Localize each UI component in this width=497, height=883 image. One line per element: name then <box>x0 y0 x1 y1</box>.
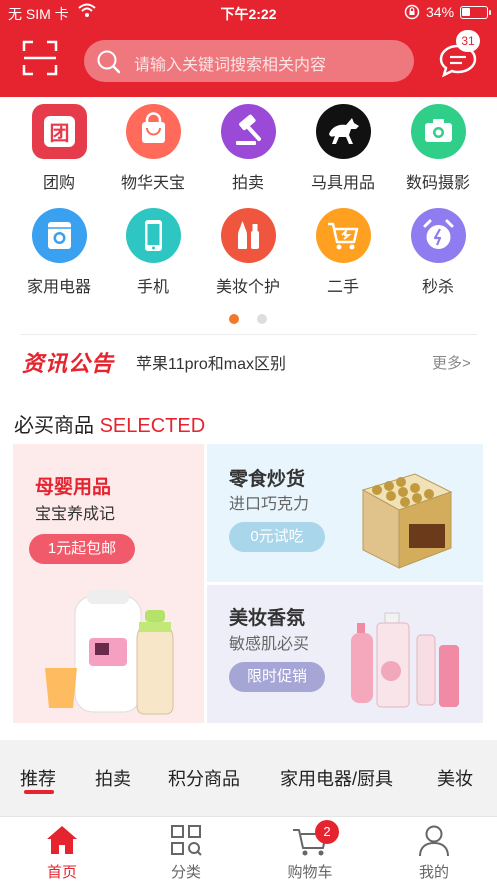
bottom-navigation: 首页 分类 2 购物车 我的 <box>0 816 497 883</box>
cosmetics-icon <box>220 208 276 263</box>
card-subtitle: 敏感肌必买 <box>229 636 310 653</box>
category-phones[interactable]: 手机 <box>113 208 193 297</box>
battery-icon <box>460 6 491 19</box>
search-bar[interactable]: 请输入关键词搜索相关内容 <box>84 40 414 82</box>
card-subtitle: 宝宝养成记 <box>35 506 116 523</box>
card-title: 美妆香氛 <box>229 608 306 629</box>
news-logo: 资讯公告 <box>22 351 115 376</box>
category-auction[interactable]: 拍卖 <box>208 104 288 193</box>
home-icon <box>17 822 107 858</box>
status-time: 下午2:22 <box>220 6 277 22</box>
scan-icon[interactable] <box>22 40 58 76</box>
cart-icon <box>315 208 371 263</box>
carousel-pager <box>0 314 497 324</box>
nav-label: 首页 <box>46 864 77 881</box>
nav-category[interactable]: 分类 <box>141 822 231 882</box>
nav-label: 我的 <box>418 864 449 881</box>
tab-auction[interactable]: 拍卖 <box>95 765 131 791</box>
news-headline[interactable]: 苹果11pro和max区别 <box>136 350 286 374</box>
svg-text:团: 团 <box>49 121 69 145</box>
category-digital-photo[interactable]: 数码摄影 <box>398 104 478 193</box>
category-appliances[interactable]: 家用电器 <box>19 208 99 297</box>
tab-points-goods[interactable]: 积分商品 <box>168 765 240 791</box>
profile-icon <box>389 822 479 858</box>
category-group-buy[interactable]: 团 团购 <box>19 104 99 193</box>
product-tab-bar: 推荐 拍卖 积分商品 家用电器/厨具 美妆 <box>0 740 497 816</box>
category-label: 家用电器 <box>26 279 91 296</box>
orientation-lock-icon <box>404 4 420 23</box>
cosmetics-bottles-image <box>351 612 459 708</box>
category-treasures[interactable]: 物华天宝 <box>113 104 193 193</box>
section-title: 必买商品 SELECTED <box>14 409 205 438</box>
search-placeholder: 请输入关键词搜索相关内容 <box>134 57 327 74</box>
category-label: 拍卖 <box>231 175 264 192</box>
category-label: 手机 <box>136 279 169 296</box>
card-promo-button[interactable]: 1元起包邮 <box>29 534 135 564</box>
app-header: 无 SIM 卡 下午2:22 34% 请输入关键词搜索相关内容 31 <box>0 0 497 97</box>
category-beauty-care[interactable]: 美妆个护 <box>208 208 288 297</box>
category-flash-sale[interactable]: 秒杀 <box>398 208 478 297</box>
card-promo-button[interactable]: 0元试吃 <box>229 522 325 552</box>
washing-machine-icon <box>31 208 87 263</box>
card-snacks[interactable]: 零食炒货 进口巧克力 0元试吃 <box>207 444 483 582</box>
category-label: 团购 <box>42 175 75 192</box>
card-baby-products[interactable]: 母婴用品 宝宝养成记 1元起包邮 <box>13 444 204 723</box>
category-horse-gear[interactable]: 马具用品 <box>303 104 383 193</box>
cart-count-badge: 2 <box>315 820 339 844</box>
phone-icon <box>125 208 181 263</box>
tab-recommended[interactable]: 推荐 <box>20 765 56 791</box>
nav-label: 分类 <box>170 864 201 881</box>
message-button[interactable]: 31 <box>438 30 480 80</box>
tab-beauty[interactable]: 美妆 <box>437 765 473 791</box>
baby-bottle-image <box>45 590 174 715</box>
active-tab-indicator <box>24 790 54 794</box>
battery-percent: 34% <box>426 4 455 20</box>
category-label: 物华天宝 <box>120 175 185 192</box>
nav-home[interactable]: 首页 <box>17 822 107 882</box>
tab-appliances-kitchen[interactable]: 家用电器/厨具 <box>280 765 393 791</box>
divider <box>20 334 477 335</box>
category-second-hand[interactable]: 二手 <box>303 208 383 297</box>
group-buy-icon: 团 <box>31 104 87 159</box>
status-bar: 无 SIM 卡 下午2:22 34% <box>0 0 497 26</box>
card-title: 零食炒货 <box>229 469 306 490</box>
section-title-en: SELECTED <box>99 415 206 437</box>
card-title: 母婴用品 <box>35 477 112 498</box>
category-label: 马具用品 <box>310 175 375 192</box>
category-label: 美妆个护 <box>215 279 280 296</box>
cart-icon: 2 <box>265 820 355 858</box>
card-beauty-fragrance[interactable]: 美妆香氛 敏感肌必买 限时促销 <box>207 585 483 723</box>
nav-cart[interactable]: 2 购物车 <box>265 820 355 882</box>
category-icon <box>141 822 231 858</box>
nav-profile[interactable]: 我的 <box>389 822 479 882</box>
category-label: 二手 <box>326 279 359 296</box>
section-title-cn: 必买商品 <box>14 415 94 437</box>
card-promo-button[interactable]: 限时促销 <box>229 662 325 692</box>
category-label: 数码摄影 <box>405 175 470 192</box>
camera-icon <box>410 104 466 159</box>
nav-label: 购物车 <box>287 864 333 881</box>
news-more-link[interactable]: 更多> <box>432 352 471 373</box>
pager-dot[interactable] <box>257 314 267 324</box>
gavel-icon <box>220 104 276 159</box>
pager-dot-active[interactable] <box>229 314 239 324</box>
chocolate-box-image <box>361 473 453 569</box>
shopping-bag-icon <box>125 104 181 159</box>
category-label: 秒杀 <box>421 279 454 296</box>
card-subtitle: 进口巧克力 <box>229 496 310 513</box>
alarm-clock-icon <box>410 208 466 263</box>
message-count-badge: 31 <box>456 30 480 52</box>
horse-icon <box>315 104 371 159</box>
search-icon <box>96 49 122 80</box>
